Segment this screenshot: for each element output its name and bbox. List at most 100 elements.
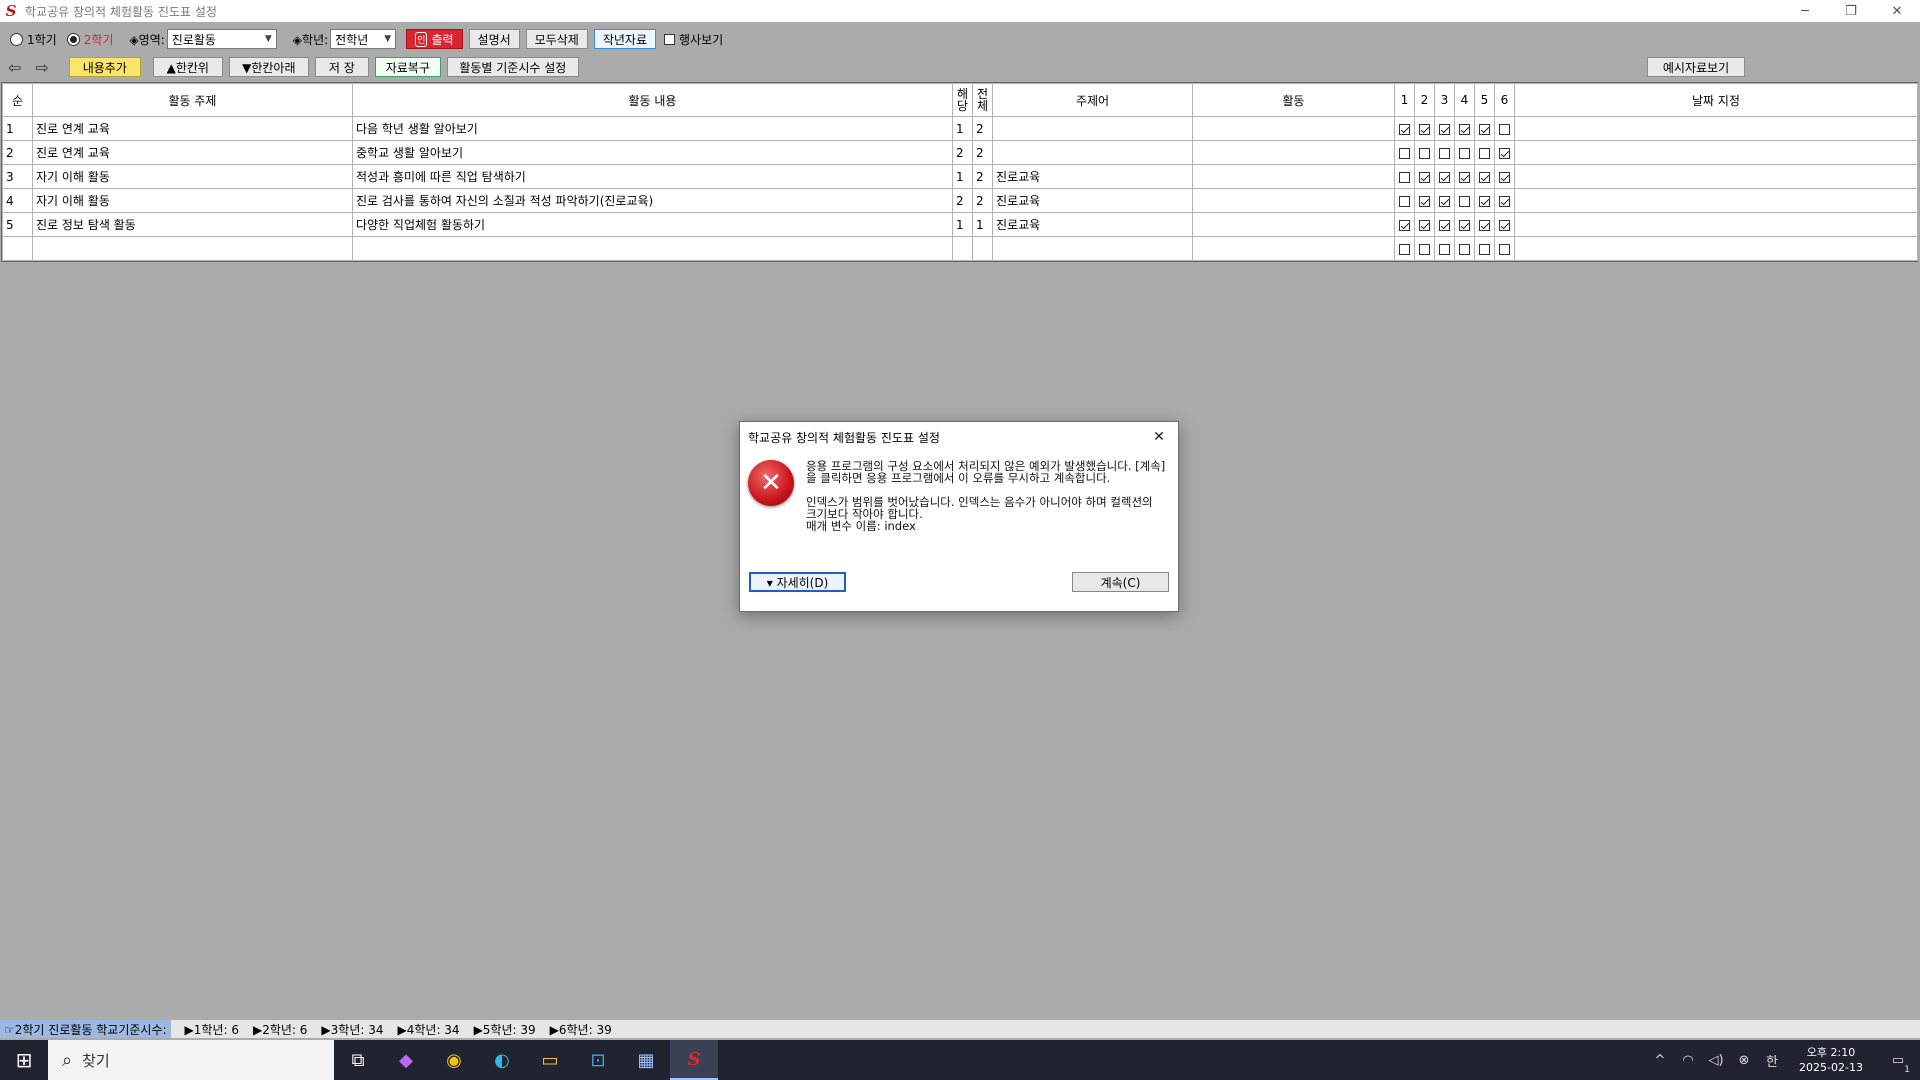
grade-select[interactable]: 전학년 ▼ [330, 29, 397, 49]
chrome-icon[interactable]: ◉ [430, 1040, 478, 1080]
checkbox-checked-icon[interactable] [1499, 219, 1510, 231]
row-activity[interactable] [1192, 164, 1395, 189]
event-view-checkbox[interactable]: 행사보기 [664, 31, 723, 48]
print-button[interactable]: 인 출력 [406, 29, 463, 49]
row-topic[interactable]: 자기 이해 활동 [32, 188, 353, 213]
row-date[interactable] [1514, 188, 1918, 213]
delete-all-button[interactable]: 모두삭제 [525, 29, 588, 49]
semester1-radio[interactable]: 1학기 [10, 31, 57, 48]
row-content[interactable]: 다양한 직업체험 활동하기 [352, 212, 953, 237]
checkbox-icon[interactable] [1479, 147, 1490, 159]
row-topic[interactable]: 진로 연계 교육 [32, 140, 353, 165]
checkbox-icon[interactable] [1499, 243, 1510, 255]
last-year-button[interactable]: 작년자료 [593, 29, 656, 49]
row-total[interactable]: 1 [972, 212, 993, 237]
table-row[interactable] [2, 236, 1918, 261]
row-no[interactable]: 1 [2, 116, 33, 141]
row-no[interactable]: 2 [2, 140, 33, 165]
semester2-radio[interactable]: 2학기 [66, 31, 113, 48]
row-no[interactable]: 3 [2, 164, 33, 189]
row-topic[interactable] [32, 236, 353, 261]
close-icon[interactable]: ✕ [1874, 0, 1920, 22]
copilot-icon[interactable]: ◆ [382, 1040, 430, 1080]
row-date[interactable] [1514, 164, 1918, 189]
ime-icon[interactable]: 한 [1758, 1051, 1786, 1070]
checkbox-icon[interactable] [1399, 147, 1410, 159]
volume-icon[interactable]: ◁) [1702, 1053, 1730, 1068]
table-row[interactable]: 5 진로 정보 탐색 활동 다양한 직업체험 활동하기 1 1 진로교육 [2, 212, 1918, 237]
row-subject[interactable] [992, 140, 1193, 165]
row-activity[interactable] [1192, 116, 1395, 141]
checkbox-checked-icon[interactable] [1399, 219, 1410, 231]
checkbox-checked-icon[interactable] [1459, 171, 1470, 183]
clock[interactable]: 오후 2:10 2025-02-13 [1786, 1045, 1876, 1075]
checkbox-checked-icon[interactable] [1419, 123, 1430, 135]
checkbox-icon[interactable] [1459, 195, 1470, 207]
row-total[interactable]: 2 [972, 116, 993, 141]
manual-button[interactable]: 설명서 [468, 29, 520, 49]
checkbox-checked-icon[interactable] [1499, 195, 1510, 207]
calculator-icon[interactable]: ▦ [622, 1040, 670, 1080]
row-activity[interactable] [1192, 236, 1395, 261]
checkbox-icon[interactable] [1479, 243, 1490, 255]
row-content[interactable] [352, 236, 953, 261]
checkbox-checked-icon[interactable] [1439, 171, 1450, 183]
row-content[interactable]: 중학교 생활 알아보기 [352, 140, 953, 165]
row-total[interactable]: 2 [972, 140, 993, 165]
checkbox-icon[interactable] [1399, 195, 1410, 207]
checkbox-checked-icon[interactable] [1399, 123, 1410, 135]
row-no[interactable] [2, 236, 33, 261]
checkbox-checked-icon[interactable] [1499, 147, 1510, 159]
row-total[interactable]: 2 [972, 164, 993, 189]
notification-icon[interactable]: ▭ 1 [1876, 1053, 1920, 1075]
move-up-button[interactable]: ▲한칸위 [152, 57, 223, 77]
app-tray-icon[interactable]: ⊗ [1730, 1053, 1758, 1068]
row-content[interactable]: 적성과 흥미에 따른 직업 탐색하기 [352, 164, 953, 189]
save-button[interactable]: 저 장 [314, 57, 369, 77]
arrow-right-icon[interactable]: ⇨ [35, 58, 48, 77]
checkbox-icon[interactable] [1399, 171, 1410, 183]
checkbox-checked-icon[interactable] [1479, 195, 1490, 207]
row-subject[interactable]: 진로교육 [992, 188, 1193, 213]
edge-icon[interactable]: ◐ [478, 1040, 526, 1080]
row-date[interactable] [1514, 212, 1918, 237]
checkbox-checked-icon[interactable] [1419, 195, 1430, 207]
minimize-icon[interactable]: ─ [1782, 0, 1828, 22]
row-no[interactable]: 4 [2, 188, 33, 213]
sample-view-button[interactable]: 예시자료보기 [1647, 57, 1745, 77]
checkbox-checked-icon[interactable] [1439, 195, 1450, 207]
checkbox-icon[interactable] [1439, 243, 1450, 255]
row-activity[interactable] [1192, 212, 1395, 237]
checkbox-icon[interactable] [1419, 243, 1430, 255]
checkbox-icon[interactable] [1399, 243, 1410, 255]
row-date[interactable] [1514, 116, 1918, 141]
table-row[interactable]: 1 진로 연계 교육 다음 학년 생활 알아보기 1 2 [2, 116, 1918, 141]
checkbox-icon[interactable] [1439, 147, 1450, 159]
row-hours[interactable] [952, 236, 973, 261]
row-hours[interactable]: 1 [952, 116, 973, 141]
active-app-icon[interactable]: S [670, 1040, 718, 1080]
app-icon[interactable]: ⊡ [574, 1040, 622, 1080]
checkbox-checked-icon[interactable] [1419, 171, 1430, 183]
table-row[interactable]: 2 진로 연계 교육 중학교 생활 알아보기 2 2 [2, 140, 1918, 165]
network-icon[interactable]: ◠ [1674, 1053, 1702, 1068]
standard-hours-button[interactable]: 활동별 기준시수 설정 [446, 57, 579, 77]
arrow-left-icon[interactable]: ⇦ [8, 58, 21, 77]
close-icon[interactable]: ✕ [1148, 426, 1170, 448]
chevron-up-icon[interactable]: ^ [1646, 1053, 1674, 1068]
row-date[interactable] [1514, 236, 1918, 261]
taskbar-search[interactable]: ⌕ 찾기 [48, 1040, 334, 1080]
checkbox-icon[interactable] [1419, 147, 1430, 159]
checkbox-checked-icon[interactable] [1479, 123, 1490, 135]
file-explorer-icon[interactable]: ▭ [526, 1040, 574, 1080]
table-row[interactable]: 3 자기 이해 활동 적성과 흥미에 따른 직업 탐색하기 1 2 진로교육 [2, 164, 1918, 189]
row-subject[interactable]: 진로교육 [992, 212, 1193, 237]
checkbox-checked-icon[interactable] [1439, 219, 1450, 231]
continue-button[interactable]: 계속(C) [1072, 572, 1169, 592]
restore-data-button[interactable]: 자료복구 [374, 57, 441, 77]
row-topic[interactable]: 진로 정보 탐색 활동 [32, 212, 353, 237]
row-content[interactable]: 진로 검사를 통하여 자신의 소질과 적성 파악하기(진로교육) [352, 188, 953, 213]
checkbox-checked-icon[interactable] [1459, 123, 1470, 135]
row-no[interactable]: 5 [2, 212, 33, 237]
row-content[interactable]: 다음 학년 생활 알아보기 [352, 116, 953, 141]
